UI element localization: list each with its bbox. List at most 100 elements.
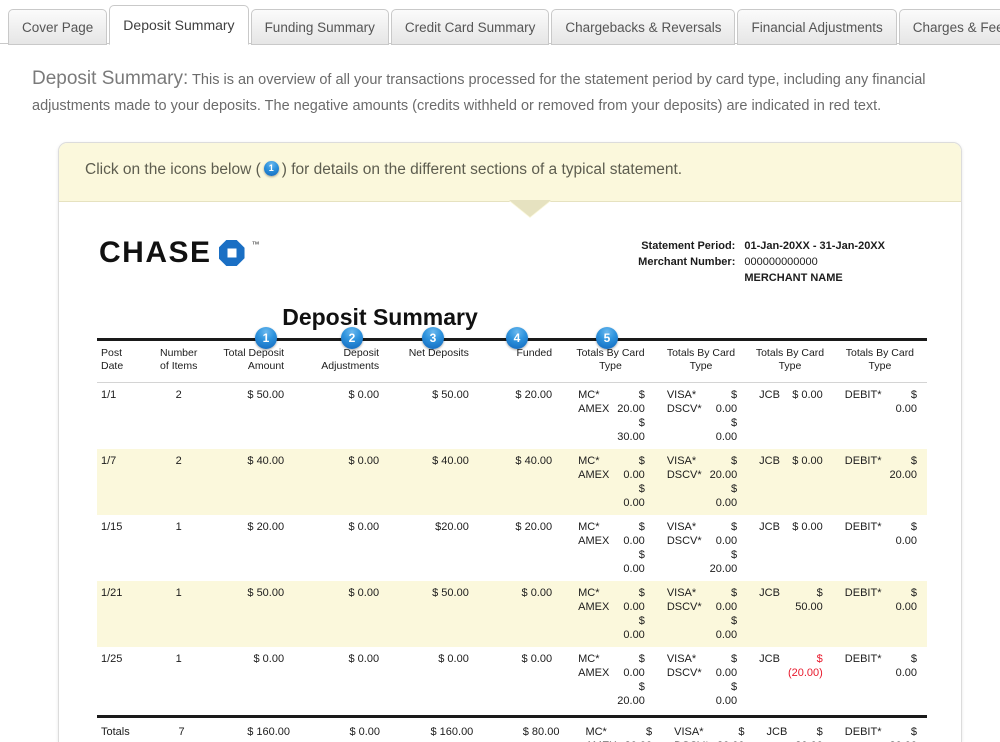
cell-post-date: 1/25 bbox=[101, 653, 123, 665]
cell-card-type-value-2: $ 0.00 $ 0.00 bbox=[715, 389, 738, 443]
cell-total-deposit-amount: $ 20.00 bbox=[247, 521, 285, 533]
cell-card-type-label-1: MC*AMEX bbox=[578, 653, 610, 679]
statement-preview-card: Click on the icons below (1) for details… bbox=[58, 142, 962, 742]
callout-badge-icon[interactable]: 1 bbox=[263, 161, 279, 177]
cell-funded: $ 80.00 bbox=[522, 726, 560, 738]
meta-row: MERCHANT NAME bbox=[630, 270, 885, 286]
cell-deposit-adjustments: $ 0.00 bbox=[349, 726, 381, 738]
cell-deposit-adjustments: $ 0.00 bbox=[348, 389, 380, 401]
cell-card-type-label-3: JCB bbox=[747, 581, 784, 647]
meta-row: Merchant Number: 000000000000 bbox=[630, 254, 885, 270]
totals-body: Totals 7 $ 160.00 $ 0.00 $ 160.00 $ 80.00 MC*A… bbox=[97, 718, 927, 742]
cell-funded: $ 40.00 bbox=[484, 449, 567, 515]
callout-pointer-icon bbox=[509, 200, 551, 218]
tab-list: Cover Page Deposit Summary Funding Summary… bbox=[8, 0, 1000, 45]
column-header: Total Deposit Amount bbox=[209, 341, 303, 383]
cell-card-type-value-2: $ 0.00 $ 0.00 bbox=[705, 581, 748, 647]
cell-card-type-value-3: $ (20.00) bbox=[787, 653, 823, 679]
meta-value: 01-Jan-20XX - 31-Jan-20XX bbox=[744, 240, 885, 252]
section-badge-2[interactable]: 2 bbox=[341, 327, 363, 349]
table-row: 1/25 1 $ 0.00 $ 0.00 $ 0.00 $ 0.00 MC* AMEX $ 0.… bbox=[97, 647, 927, 713]
cell-card-type-label-2: VISA*DSCV* bbox=[654, 449, 706, 515]
cell-post-date: Totals bbox=[101, 726, 130, 738]
cell-card-type-label-4: DEBIT* bbox=[844, 389, 882, 401]
table-top-rule: 1 2 3 4 5 bbox=[97, 327, 927, 349]
section-badge-5[interactable]: 5 bbox=[596, 327, 618, 349]
cell-number-of-items: 7 bbox=[178, 726, 185, 738]
column-header: Number of Items bbox=[147, 341, 210, 383]
cell-net-deposits: $ 0.00 bbox=[438, 653, 469, 665]
cell-number-of-items: 2 bbox=[147, 449, 210, 515]
section-badge-1[interactable]: 1 bbox=[255, 327, 277, 349]
tab-cover-page[interactable]: Cover Page bbox=[8, 9, 108, 45]
column-header: Totals By Card Type bbox=[832, 341, 927, 383]
cell-post-date: 1/7 bbox=[97, 449, 148, 515]
page-intro: Deposit Summary: This is an overview of … bbox=[32, 66, 962, 119]
tab-charges-fees[interactable]: Charges & Fees bbox=[898, 9, 1000, 45]
cell-card-type-label-2: VISA*DSCV* bbox=[666, 521, 702, 547]
cell-card-type-value-3: $ 50.00 bbox=[783, 581, 833, 647]
table-row: 1/21 1 $ 50.00 $ 0.00 $ 50.00 $ 0.00 MC* AMEX $ … bbox=[97, 581, 927, 647]
cell-card-type-label-3: JCB bbox=[759, 389, 780, 401]
cell-total-deposit-amount: $ 40.00 bbox=[209, 449, 303, 515]
deposit-table-wrap: 1 2 3 4 5 Post Date Number of Items Total Deposi… bbox=[97, 327, 927, 742]
cell-card-type-value-4: $ 0.00 bbox=[895, 389, 917, 415]
cell-card-type-label-3: JCB bbox=[747, 449, 784, 515]
chase-logo: CHASE ™ bbox=[99, 238, 260, 268]
tab-bar: Cover Page Deposit Summary Funding Summary… bbox=[0, 0, 1000, 45]
cell-net-deposits: $ 50.00 bbox=[432, 389, 469, 401]
meta-value: 000000000000 bbox=[744, 256, 818, 268]
section-badge-3[interactable]: 3 bbox=[422, 327, 444, 349]
cell-net-deposits: $20.00 bbox=[435, 521, 469, 533]
meta-label: Merchant Number: bbox=[638, 256, 736, 268]
cell-card-type-label-1: MC*AMEX bbox=[585, 726, 616, 742]
cell-card-type-value-4: $ 0.00 bbox=[895, 521, 917, 547]
cell-deposit-adjustments: $ 0.00 bbox=[348, 653, 380, 665]
cell-card-type-label-3: JCB bbox=[759, 521, 780, 533]
cell-net-deposits: $ 40.00 bbox=[393, 449, 485, 515]
cell-card-type-label-4: DEBIT* bbox=[844, 521, 882, 533]
page-title: Deposit Summary: bbox=[32, 68, 189, 89]
tab-funding-summary[interactable]: Funding Summary bbox=[250, 9, 389, 45]
column-header: Totals By Card Type bbox=[654, 341, 748, 383]
cell-card-type-label-1: MC*AMEX bbox=[578, 389, 610, 415]
cell-card-type-value-3: $ 0.00 bbox=[783, 449, 833, 515]
cell-deposit-adjustments: $ 0.00 bbox=[302, 581, 394, 647]
deposit-table-body: 1/1 2 $ 50.00 $ 0.00 $ 50.00 $ 20.00 MC* AMEX $ … bbox=[97, 383, 927, 714]
table-row: 1/15 1 $ 20.00 $ 0.00 $20.00 $ 20.00 MC* AMEX $ … bbox=[97, 515, 927, 581]
cell-card-type-value-3: $ 30.00 bbox=[795, 726, 823, 742]
table-row: 1/1 2 $ 50.00 $ 0.00 $ 50.00 $ 20.00 MC* AMEX $ … bbox=[97, 383, 927, 450]
cell-card-type-value-1: $ 0.00 $ 0.00 bbox=[613, 449, 655, 515]
callout-text-before: Click on the icons below ( bbox=[85, 161, 261, 178]
statement-meta: Statement Period: 01-Jan-20XX - 31-Jan-20… bbox=[630, 238, 885, 286]
column-header: Post Date bbox=[97, 341, 148, 383]
cell-card-type-value-3: $ 0.00 bbox=[792, 389, 823, 401]
cell-post-date: 1/1 bbox=[101, 389, 117, 401]
tab-credit-card-summary[interactable]: Credit Card Summary bbox=[390, 9, 550, 45]
meta-row: Statement Period: 01-Jan-20XX - 31-Jan-20… bbox=[630, 238, 885, 254]
cell-card-type-label-2: VISA*DSCV* bbox=[674, 726, 709, 742]
cell-number-of-items: 1 bbox=[175, 521, 182, 533]
callout-banner: Click on the icons below (1) for details… bbox=[59, 143, 961, 218]
column-header: Totals By Card Type bbox=[747, 341, 833, 383]
cell-card-type-value-2: $ 0.00 $ 20.00 bbox=[709, 521, 738, 575]
cell-deposit-adjustments: $ 0.00 bbox=[302, 449, 394, 515]
section-badge-4[interactable]: 4 bbox=[506, 327, 528, 349]
cell-number-of-items: 2 bbox=[175, 389, 182, 401]
cell-card-type-value-1: $ 20.00 $ 30.00 bbox=[617, 389, 645, 443]
cell-card-type-value-4: $ 20.00 bbox=[889, 726, 917, 742]
cell-funded: $ 0.00 bbox=[521, 653, 553, 665]
meta-label bbox=[630, 270, 744, 286]
column-header: Funded bbox=[484, 341, 567, 383]
meta-label: Statement Period: bbox=[641, 240, 736, 252]
cell-card-type-label-2: VISA*DSCV* bbox=[666, 389, 702, 415]
tab-chargebacks-reversals[interactable]: Chargebacks & Reversals bbox=[551, 9, 736, 45]
cell-card-type-value-2: $ 20.00$ 20.00 bbox=[717, 726, 745, 742]
tab-financial-adjustments[interactable]: Financial Adjustments bbox=[737, 9, 897, 45]
cell-card-type-label-4: DEBIT* bbox=[832, 581, 886, 647]
cell-number-of-items: 1 bbox=[175, 653, 182, 665]
meta-value: MERCHANT NAME bbox=[744, 272, 843, 284]
cell-total-deposit-amount: $ 50.00 bbox=[247, 389, 285, 401]
cell-card-type-label-1: MC*AMEX bbox=[566, 449, 614, 515]
tab-deposit-summary[interactable]: Deposit Summary bbox=[109, 5, 249, 45]
